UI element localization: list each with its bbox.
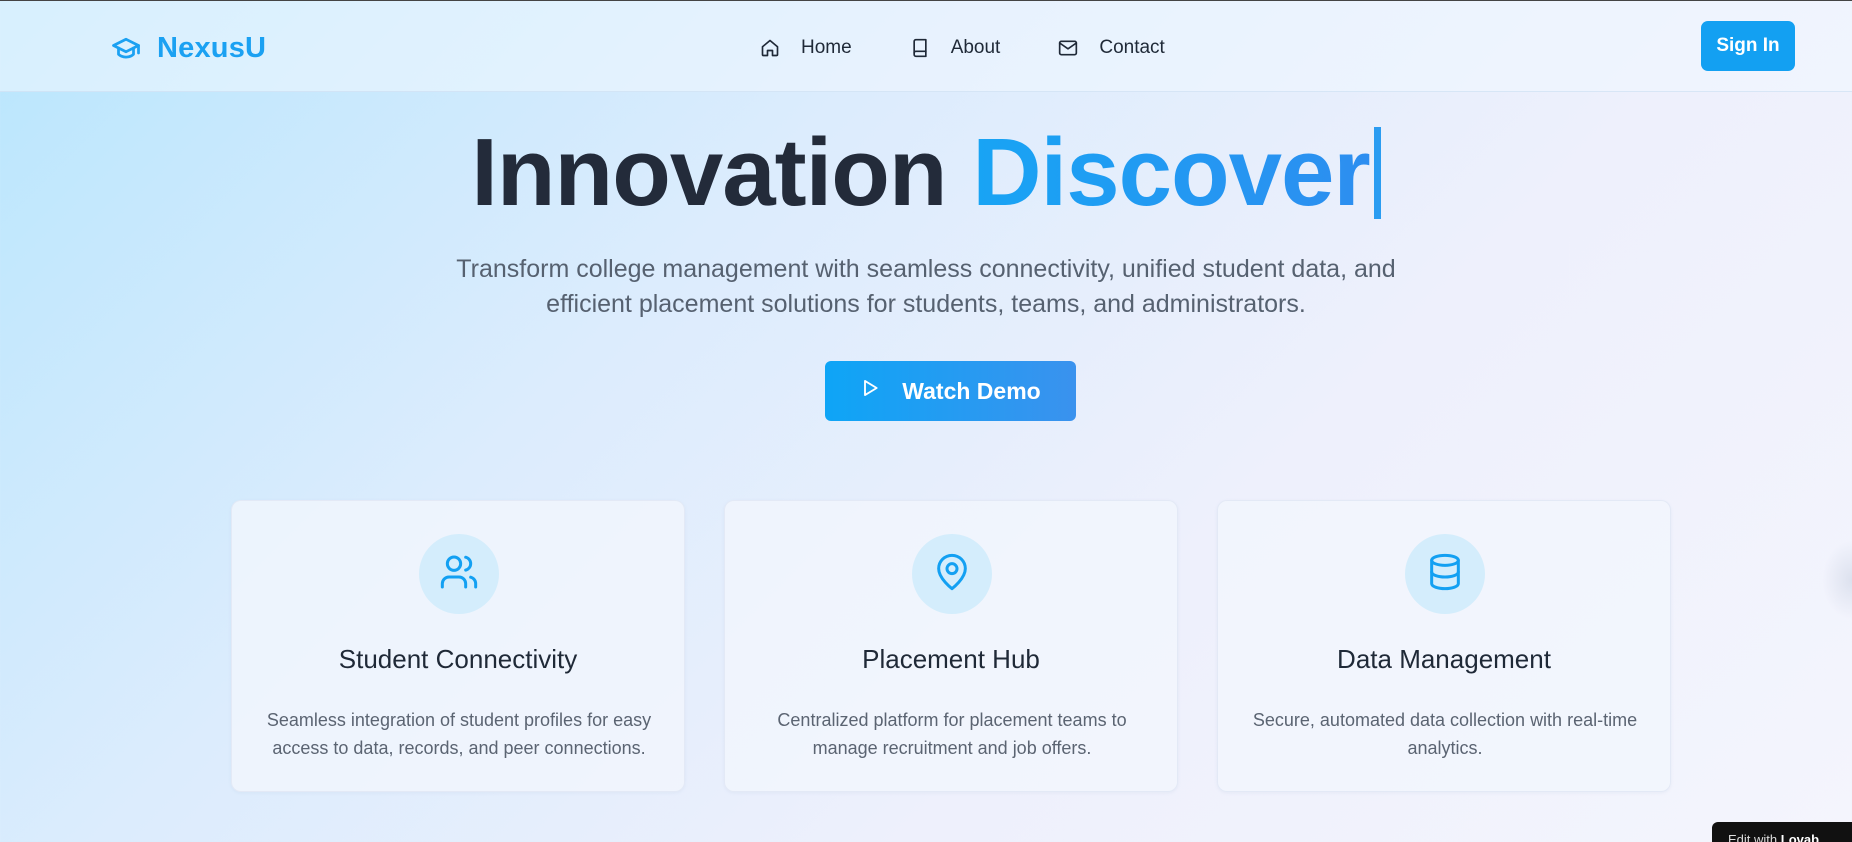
feature-title: Placement Hub bbox=[862, 644, 1040, 674]
nav-item-contact[interactable]: Contact bbox=[1058, 37, 1165, 59]
nav-item-home[interactable]: Home bbox=[760, 37, 852, 59]
sign-in-button[interactable]: Sign In bbox=[1701, 21, 1795, 71]
watch-demo-button[interactable]: Watch Demo bbox=[825, 361, 1076, 421]
users-icon bbox=[439, 552, 479, 597]
feature-title: Data Management bbox=[1337, 644, 1551, 674]
feature-card-placement-hub: Placement Hub Centralized platform for p… bbox=[724, 500, 1178, 792]
badge-brand: Lovab bbox=[1780, 832, 1820, 842]
feature-icon-badge bbox=[419, 534, 499, 614]
side-panel-shadow bbox=[1822, 540, 1852, 620]
badge-prefix: Edit with bbox=[1728, 832, 1778, 842]
play-icon bbox=[860, 377, 880, 405]
map-pin-icon bbox=[932, 552, 972, 597]
hero-subtitle: Transform college management with seamle… bbox=[456, 255, 1396, 318]
book-icon bbox=[910, 38, 930, 58]
feature-card-student-connectivity: Student Connectivity Seamless integratio… bbox=[231, 500, 685, 792]
hero-title: Innovation Discover bbox=[0, 118, 1852, 228]
nav-item-label: About bbox=[950, 37, 1001, 58]
brand-name: NexusU bbox=[157, 31, 267, 64]
hero-title-word-1: Innovation bbox=[471, 119, 947, 226]
hero-title-word-2: Discover bbox=[972, 119, 1371, 226]
feature-description: Secure, automated data collection with r… bbox=[1252, 710, 1638, 758]
feature-description: Centralized platform for placement teams… bbox=[777, 710, 1127, 758]
feature-icon-badge bbox=[1405, 534, 1485, 614]
edit-with-badge[interactable]: Edit with Lovab bbox=[1712, 822, 1852, 842]
graduation-cap-icon bbox=[107, 33, 145, 63]
feature-card-data-management: Data Management Secure, automated data c… bbox=[1217, 500, 1671, 792]
navbar: NexusU Home About Contact Sign In bbox=[0, 1, 1852, 92]
mail-icon bbox=[1058, 38, 1078, 58]
feature-description: Seamless integration of student profiles… bbox=[266, 710, 652, 758]
nav-item-label: Home bbox=[801, 37, 852, 58]
brand-logo-link[interactable]: NexusU bbox=[107, 28, 266, 68]
watch-demo-label: Watch Demo bbox=[902, 377, 1041, 404]
home-icon bbox=[760, 38, 780, 58]
main-nav: Home About Contact bbox=[760, 31, 1165, 65]
feature-title: Student Connectivity bbox=[338, 644, 578, 674]
feature-icon-badge bbox=[912, 534, 992, 614]
nav-item-about[interactable]: About bbox=[910, 37, 1001, 59]
database-icon bbox=[1425, 552, 1465, 597]
typing-cursor bbox=[1373, 127, 1381, 219]
nav-item-label: Contact bbox=[1099, 37, 1165, 58]
